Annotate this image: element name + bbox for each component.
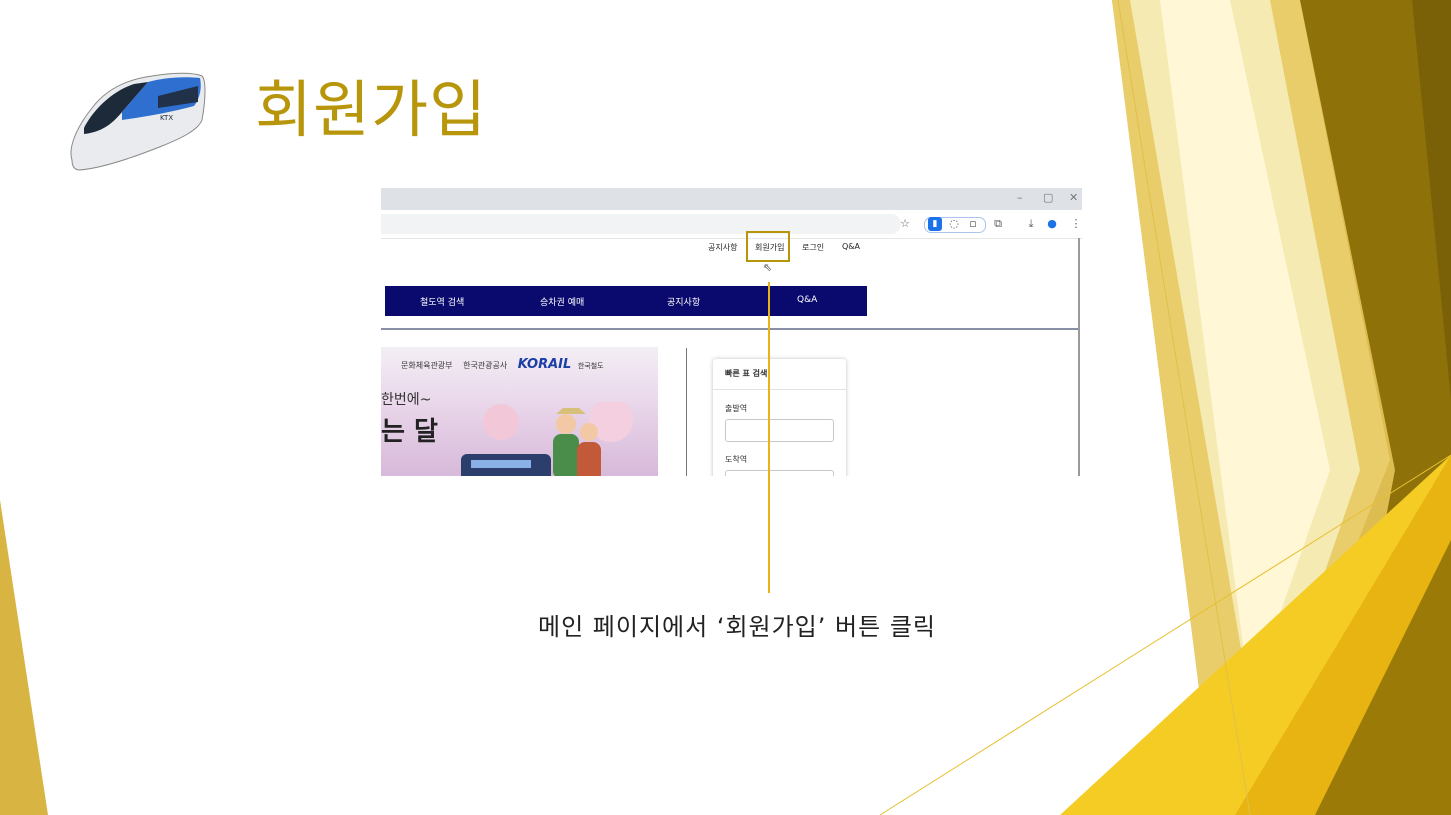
slide-title: 회원가입 bbox=[255, 73, 488, 146]
nav-ticket-booking[interactable]: 승차권 예매 bbox=[540, 295, 584, 308]
korail-logo: KORAIL bbox=[517, 357, 572, 372]
top-link-login[interactable]: 로그인 bbox=[802, 242, 824, 253]
extension-icon-3[interactable]: ▫ bbox=[966, 217, 980, 231]
kto-logo: 한국관광공사 bbox=[463, 361, 508, 370]
korail-web-page: 공지사항 회원가입 로그인 Q&A ⇖ 철도역 검색 승차권 예매 공지사항 Q… bbox=[381, 238, 1080, 476]
banner-text-2: 는 달 bbox=[381, 417, 438, 447]
address-bar[interactable] bbox=[381, 214, 901, 234]
star-icon[interactable]: ☆ bbox=[898, 217, 912, 231]
minimize-icon[interactable]: – bbox=[1017, 191, 1023, 204]
sponsor-logos: 문화체육관광부 한국관광공사 KORAIL 한국철도 bbox=[401, 357, 604, 372]
callout-connector-line bbox=[768, 282, 770, 593]
nav-station-search[interactable]: 철도역 검색 bbox=[420, 295, 464, 308]
nav-divider bbox=[381, 328, 1078, 330]
signup-highlight-box bbox=[746, 231, 790, 262]
browser-screenshot: – ▢ ✕ ☆ ▮ ◌ ▫ ⧉ ⤓ ● ⋮ 공지사항 회원가입 로그인 Q&A … bbox=[381, 188, 1082, 476]
departure-label: 출발역 bbox=[725, 404, 748, 413]
browser-title-bar: – ▢ ✕ bbox=[381, 188, 1082, 210]
mouse-cursor-icon: ⇖ bbox=[763, 261, 773, 274]
menu-icon[interactable]: ⋮ bbox=[1069, 217, 1082, 231]
close-icon[interactable]: ✕ bbox=[1069, 191, 1078, 204]
extension-icon-2[interactable]: ◌ bbox=[947, 217, 961, 231]
promo-banner[interactable]: 문화체육관광부 한국관광공사 KORAIL 한국철도 한번에~ 는 달 bbox=[381, 347, 658, 476]
arrival-label: 도착역 bbox=[725, 455, 748, 464]
train-brand-text: KTX bbox=[160, 114, 173, 122]
quick-search-panel: 빠른 표 검색 출발역 도착역 bbox=[713, 359, 846, 476]
quick-search-title: 빠른 표 검색 bbox=[725, 369, 768, 378]
nav-qna[interactable]: Q&A bbox=[797, 295, 817, 305]
departure-input[interactable] bbox=[725, 419, 834, 442]
banner-illustration bbox=[461, 402, 633, 476]
browser-toolbar: ☆ ▮ ◌ ▫ ⧉ ⤓ ● ⋮ bbox=[381, 210, 1082, 239]
maximize-icon[interactable]: ▢ bbox=[1043, 191, 1053, 204]
ktx-train-icon: KTX bbox=[70, 72, 206, 171]
arrival-input[interactable] bbox=[725, 470, 834, 476]
content-divider bbox=[686, 348, 687, 476]
nav-notice[interactable]: 공지사항 bbox=[667, 295, 700, 308]
korail-sub-logo: 한국철도 bbox=[577, 362, 604, 370]
puzzle-icon[interactable]: ⧉ bbox=[991, 217, 1005, 231]
quick-search-separator bbox=[713, 389, 846, 390]
main-nav: 철도역 검색 승차권 예매 공지사항 Q&A bbox=[385, 286, 867, 316]
banner-text-1: 한번에~ bbox=[381, 392, 432, 408]
download-icon[interactable]: ⤓ bbox=[1024, 217, 1038, 231]
top-link-qna[interactable]: Q&A bbox=[842, 242, 860, 251]
decor-shape bbox=[0, 500, 48, 815]
top-link-notice[interactable]: 공지사항 bbox=[708, 242, 737, 253]
mcst-logo: 문화체육관광부 bbox=[401, 361, 453, 370]
profile-icon[interactable]: ● bbox=[1045, 217, 1059, 231]
extension-icon[interactable]: ▮ bbox=[928, 217, 942, 231]
slide-caption: 메인 페이지에서 ‘회원가입’ 버튼 클릭 bbox=[538, 613, 936, 641]
